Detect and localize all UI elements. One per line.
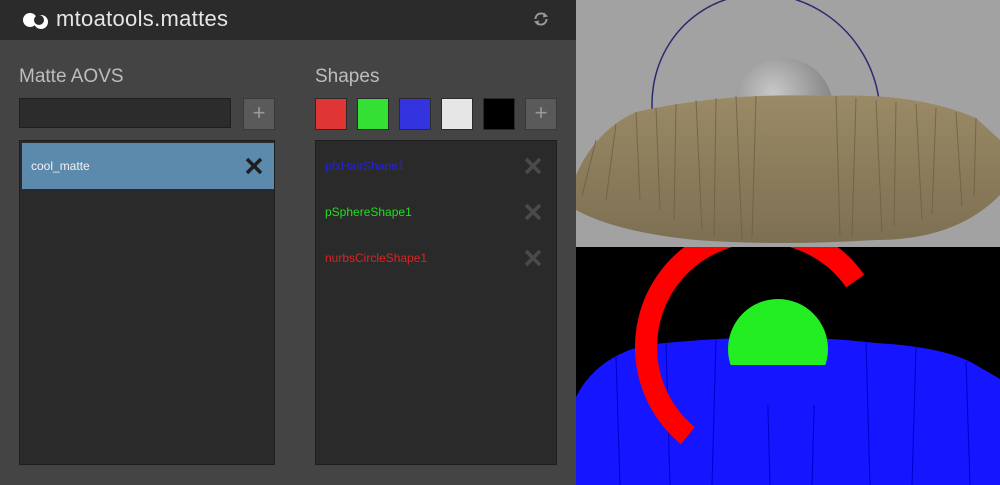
aovs-heading: Matte AOVS (19, 66, 124, 87)
shape-list: pfxHairShape1 pSphereShape1 nurbsCircleS… (315, 140, 557, 465)
aov-item-label: cool_matte (31, 159, 90, 173)
swatch-white[interactable] (441, 98, 473, 130)
shape-item-label: pSphereShape1 (325, 205, 412, 219)
mtoa-logo-icon (23, 13, 48, 29)
swatch-blue[interactable] (399, 98, 431, 130)
viewport-image (576, 0, 1000, 247)
swatch-black[interactable] (483, 98, 515, 130)
shape-list-item[interactable]: pfxHairShape1 (316, 143, 554, 189)
close-x-icon[interactable] (243, 155, 265, 177)
add-aov-button[interactable]: + (243, 98, 275, 130)
render-scene (576, 247, 1000, 485)
swatch-green[interactable] (357, 98, 389, 130)
refresh-icon[interactable] (532, 10, 550, 28)
mattes-tool-panel: mtoatools.mattes Matte AOVS + cool_matte… (0, 0, 576, 485)
aov-list: cool_matte (19, 140, 275, 465)
close-x-icon[interactable] (522, 201, 544, 223)
viewport-scene (576, 0, 1000, 247)
close-x-icon[interactable] (522, 247, 544, 269)
aov-name-input[interactable] (19, 98, 231, 128)
swatch-red[interactable] (315, 98, 347, 130)
shape-item-label: pfxHairShape1 (325, 159, 405, 173)
close-x-icon[interactable] (522, 155, 544, 177)
aov-list-item[interactable]: cool_matte (22, 143, 274, 189)
hair-shape (576, 95, 1000, 243)
hair-over-sphere (716, 365, 846, 405)
matte-render-image (576, 247, 1000, 485)
shape-list-item[interactable]: nurbsCircleShape1 (316, 235, 554, 281)
shape-item-label: nurbsCircleShape1 (325, 251, 428, 265)
shape-list-item[interactable]: pSphereShape1 (316, 189, 554, 235)
app-title: mtoatools.mattes (56, 6, 229, 31)
title-bar: mtoatools.mattes (0, 0, 576, 40)
add-shape-button[interactable]: + (525, 98, 557, 130)
shapes-heading: Shapes (315, 66, 380, 87)
